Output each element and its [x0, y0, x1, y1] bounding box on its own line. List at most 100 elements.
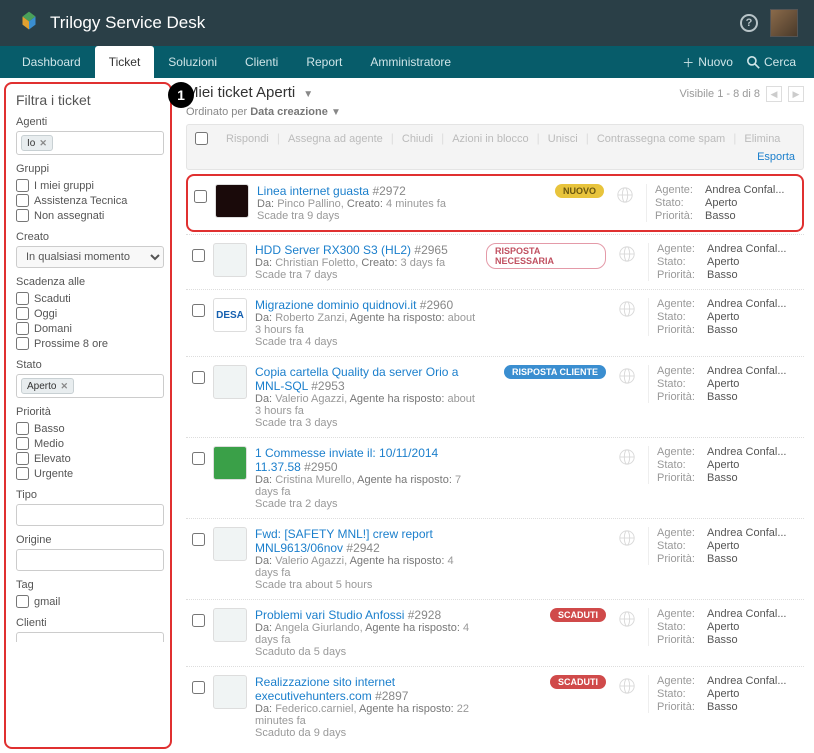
nav-soluzioni[interactable]: Soluzioni	[154, 46, 231, 78]
remove-pill-icon[interactable]: ✕	[60, 381, 68, 392]
ticket-row[interactable]: Realizzazione sito internet executivehun…	[186, 666, 804, 747]
help-icon[interactable]: ?	[740, 14, 758, 32]
ticket-checkbox[interactable]	[192, 371, 205, 384]
due-option[interactable]: Domani	[16, 321, 164, 336]
ticket-row[interactable]: DESAMigrazione dominio quidnovi.it #2960…	[186, 289, 804, 356]
priority-option[interactable]: Urgente	[16, 466, 164, 481]
bulk-assegna-ad-agente[interactable]: Assegna ad agente	[280, 130, 391, 148]
ticket-title-link[interactable]: Problemi vari Studio Anfossi	[255, 608, 404, 622]
checkbox[interactable]	[16, 467, 29, 480]
ticket-due: Scade tra 3 days	[255, 417, 478, 429]
due-option[interactable]: Oggi	[16, 306, 164, 321]
ticket-checkbox[interactable]	[192, 304, 205, 317]
agent-pill[interactable]: Io✕	[21, 135, 53, 151]
export-link[interactable]: Esporta	[757, 151, 795, 163]
priority-option[interactable]: Medio	[16, 436, 164, 451]
search-button[interactable]: Cerca	[747, 55, 796, 69]
remove-pill-icon[interactable]: ✕	[39, 138, 47, 149]
checkbox[interactable]	[16, 437, 29, 450]
nav-dashboard[interactable]: Dashboard	[8, 46, 95, 78]
nav-ticket[interactable]: Ticket	[95, 46, 155, 78]
ticket-due: Scade tra about 5 hours	[255, 579, 478, 591]
filter-label-due: Scadenza alle	[16, 276, 164, 288]
bulk-elimina[interactable]: Elimina	[736, 130, 788, 148]
due-option[interactable]: Prossime 8 ore	[16, 336, 164, 351]
checkbox[interactable]	[16, 179, 29, 192]
ticket-title-link[interactable]: Copia cartella Quality da server Orio a …	[255, 365, 458, 393]
chevron-down-icon[interactable]: ▼	[303, 89, 313, 100]
ticket-number: #2950	[304, 460, 337, 474]
ticket-thumbnail	[213, 365, 247, 399]
checkbox[interactable]	[16, 422, 29, 435]
priority-option[interactable]: Elevato	[16, 451, 164, 466]
ticket-number: #2953	[311, 379, 344, 393]
filter-label-agents: Agenti	[16, 116, 164, 128]
state-pill[interactable]: Aperto✕	[21, 378, 74, 394]
ticket-checkbox[interactable]	[194, 190, 207, 203]
view-title[interactable]: Miei ticket Aperti	[186, 84, 295, 101]
group-option[interactable]: Non assegnati	[16, 208, 164, 223]
due-option[interactable]: Scaduti	[16, 291, 164, 306]
new-button[interactable]: ＋Nuovo	[682, 54, 733, 71]
globe-icon	[618, 365, 636, 387]
bulk-unisci[interactable]: Unisci	[540, 130, 586, 148]
group-option[interactable]: I miei gruppi	[16, 178, 164, 193]
checkbox[interactable]	[16, 322, 29, 335]
tag-option[interactable]: gmail	[16, 594, 164, 609]
agents-filter[interactable]: Io✕	[16, 131, 164, 155]
ticket-row[interactable]: 1 Commesse inviate il: 10/11/2014 11.37.…	[186, 437, 804, 518]
ticket-checkbox[interactable]	[192, 533, 205, 546]
ticket-title-link[interactable]: Migrazione dominio quidnovi.it	[255, 298, 416, 312]
nav-clienti[interactable]: Clienti	[231, 46, 292, 78]
checkbox[interactable]	[16, 337, 29, 350]
created-select[interactable]: In qualsiasi momento	[16, 246, 164, 268]
ticket-thumbnail	[215, 184, 249, 218]
priority-option[interactable]: Basso	[16, 421, 164, 436]
nav-amministratore[interactable]: Amministratore	[356, 46, 465, 78]
ticket-row[interactable]: Copia cartella Quality da server Orio a …	[186, 356, 804, 437]
checkbox[interactable]	[16, 307, 29, 320]
checkbox[interactable]	[16, 209, 29, 222]
origin-input[interactable]	[16, 549, 164, 571]
checkbox[interactable]	[16, 452, 29, 465]
checkbox[interactable]	[16, 595, 29, 608]
nav-report[interactable]: Report	[292, 46, 356, 78]
ticket-title-link[interactable]: Realizzazione sito internet executivehun…	[255, 675, 395, 703]
bulk-contrassegna-come-spam[interactable]: Contrassegna come spam	[589, 130, 733, 148]
paging-text: Visibile 1 - 8 di 8	[679, 88, 760, 100]
checkbox[interactable]	[16, 292, 29, 305]
state-filter[interactable]: Aperto✕	[16, 374, 164, 398]
globe-icon	[618, 446, 636, 468]
brand[interactable]: Trilogy Service Desk	[16, 10, 205, 36]
ticket-row[interactable]: Fwd: [SAFETY MNL!] crew report MNL9613/0…	[186, 518, 804, 599]
ticket-checkbox[interactable]	[192, 452, 205, 465]
ticket-title-link[interactable]: Fwd: [SAFETY MNL!] crew report MNL9613/0…	[255, 527, 433, 555]
ticket-due: Scaduto da 9 days	[255, 727, 478, 739]
filter-label-priority: Priorità	[16, 406, 164, 418]
ticket-checkbox[interactable]	[192, 249, 205, 262]
ticket-number: #2928	[408, 608, 441, 622]
avatar[interactable]	[770, 9, 798, 37]
ticket-thumbnail	[213, 243, 247, 277]
ticket-row[interactable]: Linea internet guasta #2972Da: Pinco Pal…	[186, 174, 804, 232]
ticket-row[interactable]: Problemi vari Studio Anfossi #2928Da: An…	[186, 599, 804, 666]
ticket-title-link[interactable]: HDD Server RX300 S3 (HL2)	[255, 243, 411, 257]
prev-page-button[interactable]: ◀	[766, 86, 782, 102]
next-page-button[interactable]: ▶	[788, 86, 804, 102]
bulk-azioni-in-blocco[interactable]: Azioni in blocco	[444, 130, 536, 148]
clients-input[interactable]	[16, 632, 164, 642]
ticket-status-block: Agente:Andrea Confal...Stato:ApertoPrior…	[648, 446, 798, 484]
ticket-checkbox[interactable]	[192, 681, 205, 694]
checkbox[interactable]	[16, 194, 29, 207]
ticket-row[interactable]: HDD Server RX300 S3 (HL2) #2965Da: Chris…	[186, 234, 804, 289]
ticket-title-link[interactable]: 1 Commesse inviate il: 10/11/2014 11.37.…	[255, 446, 438, 474]
type-input[interactable]	[16, 504, 164, 526]
bulk-rispondi[interactable]: Rispondi	[218, 130, 277, 148]
ticket-checkbox[interactable]	[192, 614, 205, 627]
filter-sidebar: 1 Filtra i ticket Agenti Io✕ Gruppi I mi…	[4, 82, 172, 749]
select-all-checkbox[interactable]	[195, 132, 208, 145]
ticket-title-link[interactable]: Linea internet guasta	[257, 184, 369, 198]
bulk-chiudi[interactable]: Chiudi	[394, 130, 441, 148]
group-option[interactable]: Assistenza Tecnica	[16, 193, 164, 208]
sort-info[interactable]: Ordinato per Data creazione ▼	[186, 106, 804, 118]
